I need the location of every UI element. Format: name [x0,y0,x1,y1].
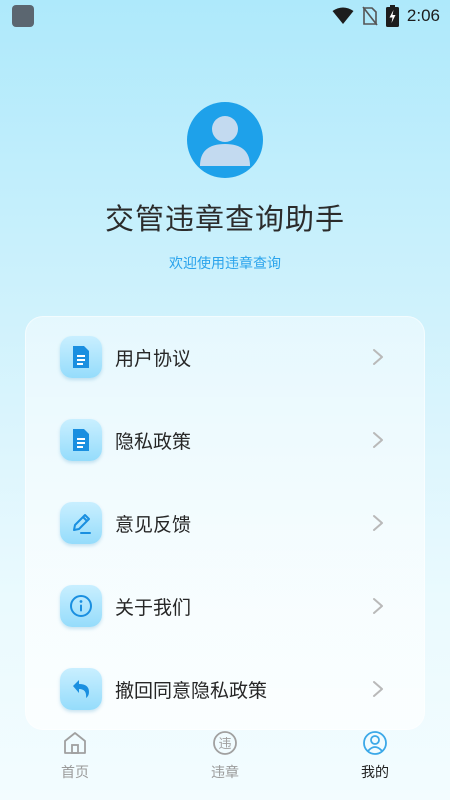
menu-item-label: 关于我们 [115,596,192,619]
home-icon [64,732,86,754]
app-subtitle: 欢迎使用违章查询 [169,256,281,272]
tab-violations[interactable]: 违 违章 [185,726,265,800]
tab-label: 违章 [211,765,239,781]
info-icon [60,585,102,627]
menu-item-feedback[interactable]: 意见反馈 [25,493,425,553]
menu-item-about-us[interactable]: 关于我们 [25,576,425,636]
bottom-tab-bar: 首页 违 违章 我的 [0,726,450,800]
chevron-right-icon [373,349,383,365]
tab-label: 首页 [61,765,89,781]
pencil-icon [60,502,102,544]
status-bar: 2:06 [0,0,450,32]
menu-item-label: 用户协议 [115,347,192,370]
chevron-right-icon [373,681,383,697]
chevron-right-icon [373,515,383,531]
app-indicator-icon [12,5,34,27]
document-icon [60,419,102,461]
wifi-icon [332,7,354,24]
menu-card: 用户协议 隐私政策 意见反馈 关于我们 撤回同意隐私政策 [25,316,425,730]
app-title: 交管违章查询助手 [104,202,345,236]
menu-item-label: 意见反馈 [115,513,192,536]
document-icon [60,336,102,378]
menu-item-user-agreement[interactable]: 用户协议 [25,327,425,387]
menu-item-label: 隐私政策 [115,430,192,453]
status-icons: 2:06 [332,4,440,28]
user-avatar-icon[interactable] [187,102,263,178]
battery-charging-icon [385,5,399,27]
violation-icon: 违 [213,731,237,755]
undo-arrow-icon [60,668,102,710]
tab-home[interactable]: 首页 [35,726,115,800]
menu-item-revoke-privacy-consent[interactable]: 撤回同意隐私政策 [25,659,425,719]
menu-item-label: 撤回同意隐私政策 [115,679,268,702]
user-circle-icon [363,731,387,755]
svg-text:违: 违 [218,737,231,752]
chevron-right-icon [373,432,383,448]
tab-label: 我的 [361,765,389,781]
menu-item-privacy-policy[interactable]: 隐私政策 [25,410,425,470]
tab-mine[interactable]: 我的 [335,726,415,800]
status-time: 2:06 [406,6,440,25]
chevron-right-icon [373,598,383,614]
no-sim-icon [362,6,378,26]
